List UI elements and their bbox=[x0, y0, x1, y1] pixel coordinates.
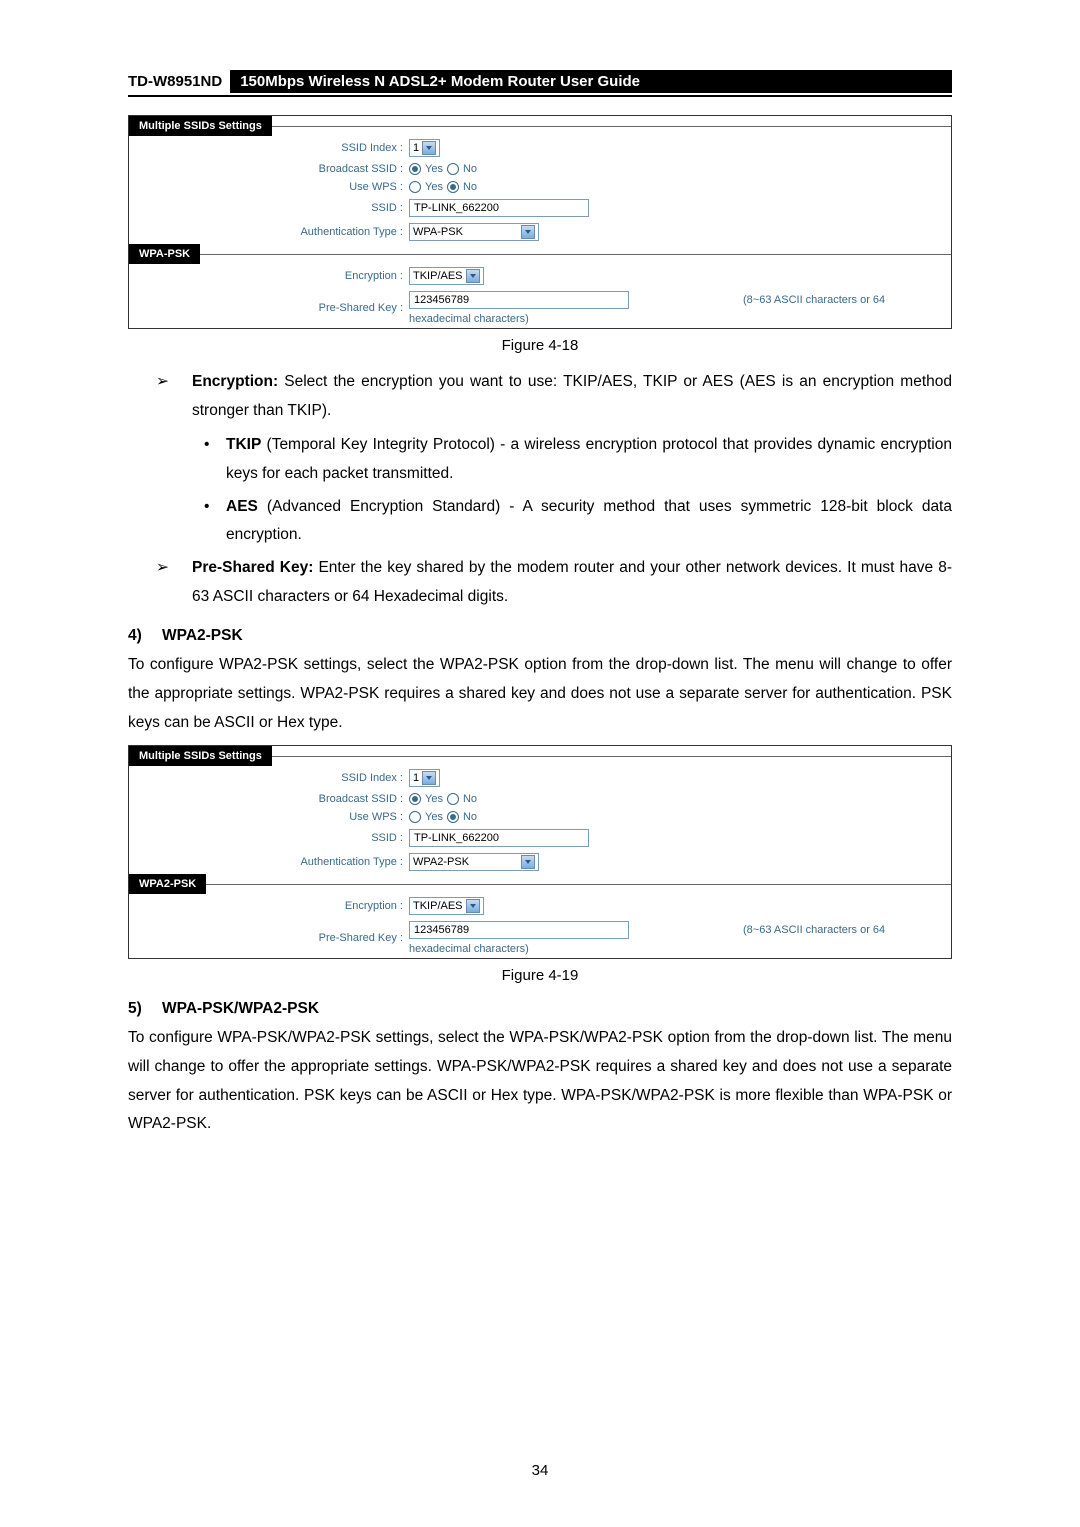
heading-4-num: 4) bbox=[128, 627, 162, 645]
heading-5-num: 5) bbox=[128, 1000, 162, 1018]
wps-no-label-2: No bbox=[463, 811, 477, 823]
psk-bullet: Pre-Shared Key: Enter the key shared by … bbox=[156, 554, 952, 611]
ssid-input-2[interactable] bbox=[409, 829, 589, 847]
tkip-bold: TKIP bbox=[226, 436, 261, 453]
tkip-bullet: TKIP (Temporal Key Integrity Protocol) -… bbox=[198, 431, 952, 488]
use-wps-label-2: Use WPS : bbox=[129, 811, 409, 823]
para-wpa2psk: To configure WPA2-PSK settings, select t… bbox=[128, 651, 952, 737]
wps-yes-label: Yes bbox=[425, 181, 443, 193]
section-header-multiple-ssids: Multiple SSIDs Settings bbox=[129, 116, 272, 136]
ssid-index-select-2[interactable]: 1 bbox=[409, 769, 440, 787]
encryption-value-2: TKIP/AES bbox=[413, 900, 463, 912]
wps-no-label: No bbox=[463, 181, 477, 193]
guide-title: 150Mbps Wireless N ADSL2+ Modem Router U… bbox=[230, 70, 952, 93]
chevron-down-icon bbox=[466, 269, 480, 283]
key-note-1b: (8~63 ASCII characters or 64 bbox=[743, 924, 885, 936]
encryption-select[interactable]: TKIP/AES bbox=[409, 267, 484, 285]
figure-caption-418: Figure 4-18 bbox=[128, 337, 952, 354]
broadcast-no-label-2: No bbox=[463, 793, 477, 805]
model-number: TD-W8951ND bbox=[128, 73, 222, 90]
encryption-bullet: Encryption: Select the encryption you wa… bbox=[156, 368, 952, 425]
ssid-label-2: SSID : bbox=[129, 832, 409, 844]
page-header: TD-W8951ND 150Mbps Wireless N ADSL2+ Mod… bbox=[128, 70, 952, 93]
router-config-panel-1: Multiple SSIDs Settings SSID Index : 1 B… bbox=[128, 115, 952, 329]
ssid-input[interactable] bbox=[409, 199, 589, 217]
section-header-multiple-ssids-2: Multiple SSIDs Settings bbox=[129, 746, 272, 766]
preshared-key-input[interactable] bbox=[409, 291, 629, 309]
ssid-label: SSID : bbox=[129, 202, 409, 214]
preshared-key-label-2: Pre-Shared Key : bbox=[129, 932, 409, 944]
wps-yes-radio-2[interactable] bbox=[409, 811, 421, 823]
ssid-index-value-2: 1 bbox=[413, 772, 419, 784]
chevron-down-icon bbox=[521, 225, 535, 239]
key-note-2b: hexadecimal characters) bbox=[409, 943, 951, 955]
wps-yes-label-2: Yes bbox=[425, 811, 443, 823]
page-number: 34 bbox=[0, 1462, 1080, 1479]
chevron-down-icon bbox=[422, 771, 436, 785]
chevron-down-icon bbox=[466, 899, 480, 913]
aes-text: (Advanced Encryption Standard) - A secur… bbox=[226, 498, 952, 544]
broadcast-no-radio-2[interactable] bbox=[447, 793, 459, 805]
auth-type-label: Authentication Type : bbox=[129, 226, 409, 238]
sub-list: TKIP (Temporal Key Integrity Protocol) -… bbox=[128, 431, 952, 550]
figure-caption-419: Figure 4-19 bbox=[128, 967, 952, 984]
chevron-down-icon bbox=[422, 141, 436, 155]
heading-5: 5)WPA-PSK/WPA2-PSK bbox=[128, 1000, 952, 1018]
broadcast-yes-label: Yes bbox=[425, 163, 443, 175]
wps-no-radio[interactable] bbox=[447, 181, 459, 193]
auth-type-select-2[interactable]: WPA2-PSK bbox=[409, 853, 539, 871]
wps-yes-radio[interactable] bbox=[409, 181, 421, 193]
para-wpapsk-wpa2psk: To configure WPA-PSK/WPA2-PSK settings, … bbox=[128, 1024, 952, 1139]
heading-5-text: WPA-PSK/WPA2-PSK bbox=[162, 1000, 319, 1017]
broadcast-no-radio[interactable] bbox=[447, 163, 459, 175]
content-list-1: Encryption: Select the encryption you wa… bbox=[128, 368, 952, 425]
content-list-2: Pre-Shared Key: Enter the key shared by … bbox=[128, 554, 952, 611]
auth-type-label-2: Authentication Type : bbox=[129, 856, 409, 868]
encryption-bold: Encryption: bbox=[192, 373, 278, 390]
aes-bullet: AES (Advanced Encryption Standard) - A s… bbox=[198, 493, 952, 550]
key-note-1: (8~63 ASCII characters or 64 bbox=[743, 294, 885, 306]
tkip-text: (Temporal Key Integrity Protocol) - a wi… bbox=[226, 436, 952, 482]
encryption-text: Select the encryption you want to use: T… bbox=[192, 373, 952, 419]
key-note-2: hexadecimal characters) bbox=[409, 313, 951, 325]
use-wps-label: Use WPS : bbox=[129, 181, 409, 193]
broadcast-yes-radio[interactable] bbox=[409, 163, 421, 175]
chevron-down-icon bbox=[521, 855, 535, 869]
auth-type-value: WPA-PSK bbox=[413, 226, 463, 238]
encryption-label-2: Encryption : bbox=[129, 900, 409, 912]
encryption-label: Encryption : bbox=[129, 270, 409, 282]
broadcast-yes-label-2: Yes bbox=[425, 793, 443, 805]
section-header-wpa2-psk: WPA2-PSK bbox=[129, 874, 206, 894]
auth-type-select[interactable]: WPA-PSK bbox=[409, 223, 539, 241]
heading-4: 4)WPA2-PSK bbox=[128, 627, 952, 645]
auth-type-value-2: WPA2-PSK bbox=[413, 856, 469, 868]
broadcast-no-label: No bbox=[463, 163, 477, 175]
broadcast-yes-radio-2[interactable] bbox=[409, 793, 421, 805]
heading-4-text: WPA2-PSK bbox=[162, 627, 243, 644]
ssid-index-select[interactable]: 1 bbox=[409, 139, 440, 157]
preshared-key-input-2[interactable] bbox=[409, 921, 629, 939]
ssid-index-label-2: SSID Index : bbox=[129, 772, 409, 784]
ssid-index-label: SSID Index : bbox=[129, 142, 409, 154]
ssid-index-value: 1 bbox=[413, 142, 419, 154]
encryption-select-2[interactable]: TKIP/AES bbox=[409, 897, 484, 915]
router-config-panel-2: Multiple SSIDs Settings SSID Index : 1 B… bbox=[128, 745, 952, 959]
encryption-value: TKIP/AES bbox=[413, 270, 463, 282]
broadcast-ssid-label: Broadcast SSID : bbox=[129, 163, 409, 175]
broadcast-ssid-label-2: Broadcast SSID : bbox=[129, 793, 409, 805]
header-underline bbox=[128, 95, 952, 97]
psk-bold: Pre-Shared Key: bbox=[192, 559, 313, 576]
aes-bold: AES bbox=[226, 498, 258, 515]
preshared-key-label: Pre-Shared Key : bbox=[129, 302, 409, 314]
wps-no-radio-2[interactable] bbox=[447, 811, 459, 823]
section-header-wpa-psk: WPA-PSK bbox=[129, 244, 200, 264]
